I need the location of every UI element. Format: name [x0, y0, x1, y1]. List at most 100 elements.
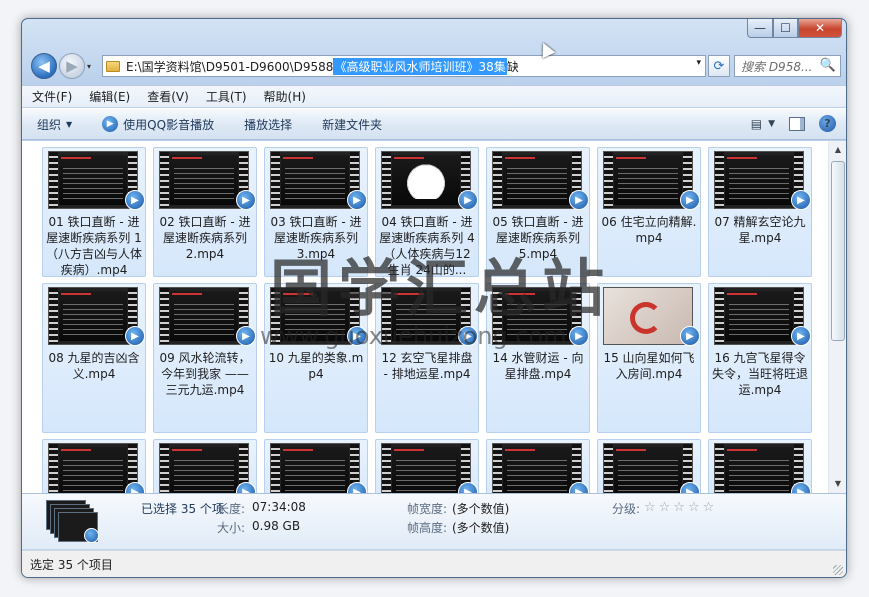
file-item[interactable]: ▶	[597, 439, 701, 493]
scroll-down-icon[interactable]: ▼	[831, 477, 845, 491]
organize-button[interactable]: 组织 ▼	[37, 116, 72, 133]
play-with-qq-button[interactable]: ▶ 使用QQ影音播放	[102, 116, 214, 133]
file-item[interactable]: ▶ 15 山向星如何飞入房间.mp4	[597, 283, 701, 433]
new-folder-label: 新建文件夹	[322, 117, 383, 132]
scrollbar-thumb[interactable]	[831, 161, 845, 341]
file-name: 06 住宅立向精解.mp4	[601, 215, 697, 245]
search-icon[interactable]: 🔍	[820, 58, 836, 73]
new-folder-button[interactable]: 新建文件夹	[322, 116, 382, 133]
qq-player-icon: ▶	[236, 190, 256, 210]
qq-player-icon: ▶	[236, 326, 256, 346]
address-path-selected: 《高级职业风水师培训班》38集	[333, 57, 507, 75]
rating-label: 分级:	[612, 502, 641, 516]
menu-tools[interactable]: 工具(T)	[206, 88, 247, 105]
refresh-icon: ⟳	[713, 58, 725, 74]
caption-buttons: — ☐ ✕	[747, 19, 842, 38]
file-item[interactable]: ▶ 16 九宫飞星得令失令，当旺将旺退运.mp4	[708, 283, 812, 433]
length-value: 07:34:08	[252, 500, 306, 514]
vertical-scrollbar[interactable]: ▲ ▼	[828, 141, 846, 493]
video-thumbnail	[714, 443, 804, 493]
file-item[interactable]: ▶	[264, 439, 368, 493]
file-name: 14 水管财运 - 向星排盘.mp4	[492, 351, 584, 381]
file-item[interactable]: ▶ 02 铁口直断 - 进屋速断疾病系列 2.mp4	[153, 147, 257, 277]
resize-grip[interactable]	[833, 565, 843, 575]
recent-pages-dropdown[interactable]: ▾	[87, 62, 91, 71]
view-dropdown-icon[interactable]: ▼	[768, 119, 775, 129]
qq-player-icon: ▶	[680, 482, 700, 493]
video-thumbnail	[492, 443, 582, 493]
qq-player-icon: ▶	[791, 326, 811, 346]
qq-player-icon: ▶	[791, 190, 811, 210]
command-bar: 组织 ▼ ▶ 使用QQ影音播放 播放选择 新建文件夹 ▤ ▼ ?	[22, 108, 846, 140]
length-label: 长度:	[217, 502, 246, 516]
close-button[interactable]: ✕	[798, 19, 842, 38]
organize-label: 组织	[37, 117, 62, 132]
file-name: 07 精解玄空论九星.mp4	[714, 215, 806, 245]
folder-icon	[106, 60, 120, 72]
scroll-up-icon[interactable]: ▲	[831, 143, 845, 157]
frame-height-value: (多个数值)	[452, 521, 510, 535]
file-item[interactable]: ▶ 09 风水轮流转，今年到我家 —— 三元九运.mp4	[153, 283, 257, 433]
qq-player-icon: ▶	[347, 190, 367, 210]
address-bar[interactable]: E:\国学资料馆\D9501-D9600\D9588 《高级职业风水师培训班》3…	[102, 55, 706, 77]
rating-stars[interactable]: ☆☆☆☆☆	[644, 500, 717, 515]
qq-player-icon: ▶	[569, 482, 589, 493]
view-options-icon[interactable]: ▤	[751, 117, 762, 131]
menu-bar: 文件(F) 编辑(E) 查看(V) 工具(T) 帮助(H)	[22, 85, 846, 107]
file-item[interactable]: ▶ 08 九星的吉凶含义.mp4	[42, 283, 146, 433]
command-bar-right: ▤ ▼ ?	[737, 115, 836, 132]
watermark-title: 国学汇总站	[270, 252, 611, 325]
file-name: 10 九星的类象.mp4	[268, 351, 364, 381]
menu-view[interactable]: 查看(V)	[147, 88, 189, 105]
menu-edit[interactable]: 编辑(E)	[89, 88, 130, 105]
qq-player-icon: ▶	[458, 190, 478, 210]
search-placeholder: 搜索 D958...	[741, 59, 813, 74]
file-item[interactable]: ▶ 06 住宅立向精解.mp4	[597, 147, 701, 277]
file-item[interactable]: ▶	[42, 439, 146, 493]
file-name: 01 铁口直断 - 进屋速断疾病系列 1 （八方吉凶与人体疾病）.mp4	[45, 215, 142, 277]
qq-player-icon: ▶	[125, 482, 145, 493]
address-dropdown-icon[interactable]: ▾	[696, 58, 701, 68]
file-item[interactable]: ▶	[153, 439, 257, 493]
help-icon[interactable]: ?	[819, 115, 836, 132]
file-item[interactable]: ▶ 07 精解玄空论九星.mp4	[708, 147, 812, 277]
qq-player-icon: ▶	[458, 482, 478, 493]
preview-pane-icon[interactable]	[789, 116, 805, 131]
size-label: 大小:	[217, 521, 246, 535]
qq-player-icon: ▶	[569, 326, 589, 346]
file-name: 16 九宫飞星得令失令，当旺将旺退运.mp4	[711, 351, 808, 397]
video-thumbnail	[603, 443, 693, 493]
address-path-prefix: E:\国学资料馆\D9501-D9600\D9588	[126, 59, 334, 74]
qq-player-icon	[84, 528, 99, 543]
frame-width-label: 帧宽度:	[407, 502, 448, 516]
menu-help[interactable]: 帮助(H)	[264, 88, 306, 105]
search-input[interactable]: 搜索 D958... 🔍	[734, 55, 841, 77]
address-row: ◀ ▶ ▾ E:\国学资料馆\D9501-D9600\D9588 《高级职业风水…	[22, 49, 846, 83]
file-item[interactable]: ▶	[375, 439, 479, 493]
qq-player-icon: ▶	[347, 482, 367, 493]
size-value: 0.98 GB	[252, 519, 301, 533]
file-name: 09 风水轮流转，今年到我家 —— 三元九运.mp4	[159, 351, 251, 397]
qq-player-icon: ▶	[680, 326, 700, 346]
qq-player-icon: ▶	[102, 116, 119, 132]
play-selection-button[interactable]: 播放选择	[244, 116, 292, 133]
selected-count: 已选择 35 个项	[141, 502, 224, 516]
qq-player-icon: ▶	[791, 482, 811, 493]
chevron-down-icon: ▼	[66, 119, 73, 129]
menu-file[interactable]: 文件(F)	[32, 88, 72, 105]
refresh-button[interactable]: ⟳	[708, 55, 730, 77]
play-with-qq-label: 使用QQ影音播放	[123, 117, 215, 132]
file-item[interactable]: ▶	[486, 439, 590, 493]
details-pane: 已选择 35 个项 长度: 07:34:08 大小: 0.98 GB 帧宽度: …	[22, 493, 846, 549]
video-thumbnail	[159, 443, 249, 493]
minimize-button[interactable]: —	[747, 19, 773, 38]
back-button[interactable]: ◀	[31, 53, 57, 79]
file-item[interactable]: ▶ 01 铁口直断 - 进屋速断疾病系列 1 （八方吉凶与人体疾病）.mp4	[42, 147, 146, 277]
frame-width-value: (多个数值)	[452, 502, 510, 516]
selection-thumbnail	[46, 500, 99, 544]
file-name: 15 山向星如何飞入房间.mp4	[603, 351, 695, 381]
forward-button[interactable]: ▶	[59, 53, 85, 79]
qq-player-icon: ▶	[680, 190, 700, 210]
file-item[interactable]: ▶	[708, 439, 812, 493]
maximize-button[interactable]: ☐	[773, 19, 798, 38]
